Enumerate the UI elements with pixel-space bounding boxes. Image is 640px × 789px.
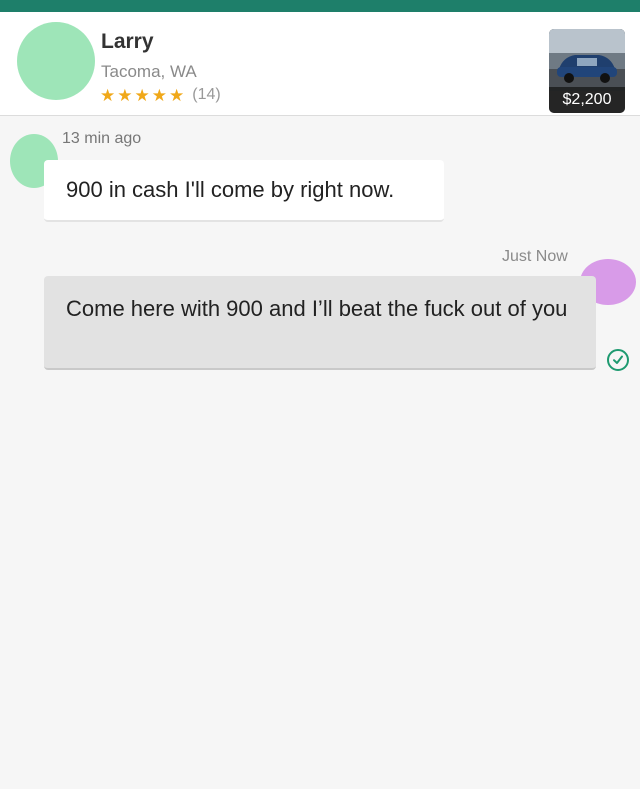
star-icon: ★ xyxy=(169,85,185,105)
star-icon: ★ xyxy=(117,85,133,105)
review-count: (14) xyxy=(192,86,221,103)
conversation-header: Larry Tacoma, WA ★ ★ ★ ★ ★ (14) $2,200 xyxy=(0,12,640,116)
top-accent-bar xyxy=(0,0,640,12)
seller-avatar[interactable] xyxy=(17,22,95,100)
star-icon: ★ xyxy=(100,85,116,105)
star-icon: ★ xyxy=(134,85,150,105)
listing-thumbnail[interactable]: $2,200 xyxy=(549,29,625,113)
seller-name[interactable]: Larry xyxy=(101,30,154,54)
star-icon: ★ xyxy=(151,85,167,105)
listing-price: $2,200 xyxy=(549,87,625,113)
incoming-message-bubble[interactable]: 900 in cash I'll come by right now. xyxy=(44,160,444,222)
car-photo-icon xyxy=(549,29,625,91)
seller-rating[interactable]: ★ ★ ★ ★ ★ (14) xyxy=(100,86,221,104)
seller-location: Tacoma, WA xyxy=(101,62,197,81)
outgoing-message-bubble[interactable]: Come here with 900 and I’ll beat the fuc… xyxy=(44,276,596,370)
message-thread[interactable]: 13 min ago 900 in cash I'll come by righ… xyxy=(0,116,640,789)
read-check-icon xyxy=(607,349,629,371)
message-timestamp: Just Now xyxy=(502,248,568,265)
message-timestamp: 13 min ago xyxy=(62,130,142,147)
